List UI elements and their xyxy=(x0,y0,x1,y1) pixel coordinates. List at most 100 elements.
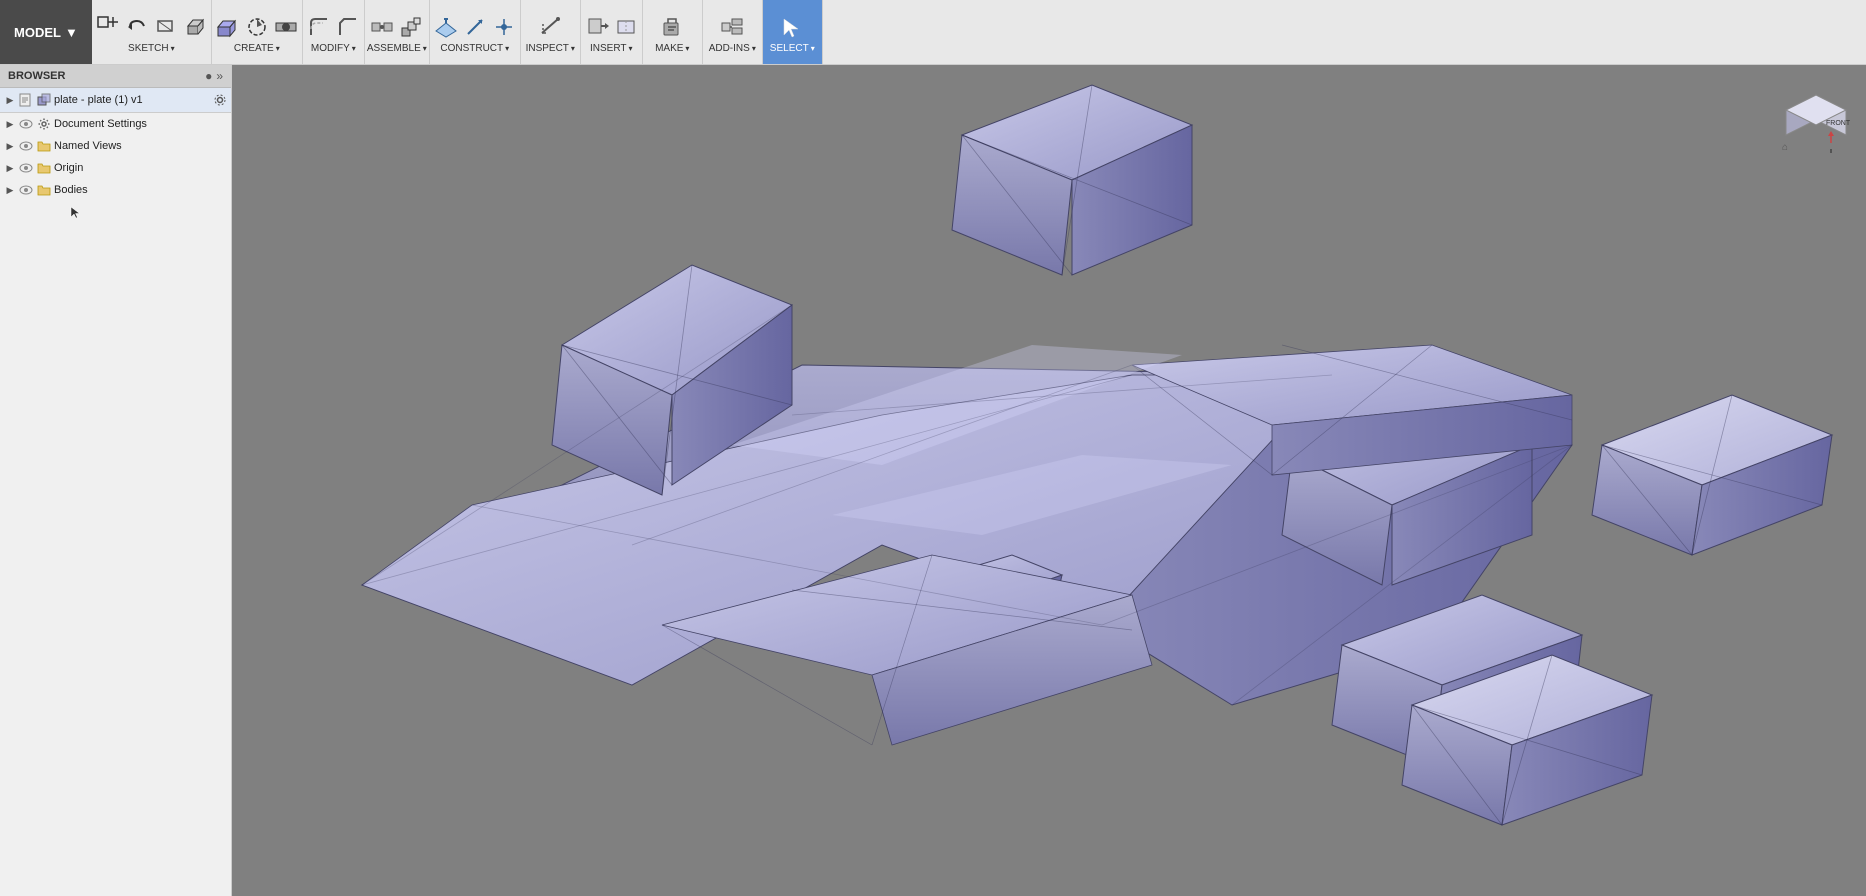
navigation-cube[interactable]: FRONT ⌂ xyxy=(1776,75,1856,155)
root-item-label: plate - plate (1) v1 xyxy=(54,94,211,106)
named-views-expand[interactable]: ▶ xyxy=(4,141,16,152)
addins-label[interactable]: ADD-INS ▾ xyxy=(709,43,756,54)
inspect-label[interactable]: INSPECT ▾ xyxy=(526,43,575,54)
select-icon xyxy=(778,13,806,41)
insert-label[interactable]: INSERT ▾ xyxy=(590,43,633,54)
addins-dropdown-arrow: ▾ xyxy=(752,44,756,53)
inspect-icons-row xyxy=(536,13,564,41)
inspect-dropdown-arrow: ▾ xyxy=(571,44,575,53)
browser-item-named-views[interactable]: ▶ Named Views xyxy=(0,135,231,157)
root-settings-icon[interactable] xyxy=(213,93,227,107)
doc-settings-expand[interactable]: ▶ xyxy=(4,119,16,130)
viewport[interactable]: FRONT ⌂ xyxy=(232,65,1866,896)
addins-icon xyxy=(718,13,746,41)
bodies-eye-icon[interactable] xyxy=(18,182,34,198)
origin-expand[interactable]: ▶ xyxy=(4,163,16,174)
browser-item-origin[interactable]: ▶ Origin xyxy=(0,157,231,179)
toolbar-group-create[interactable]: CREATE ▾ xyxy=(212,0,303,64)
model-dropdown-button[interactable]: MODEL ▼ xyxy=(0,0,92,64)
origin-label: Origin xyxy=(54,162,227,174)
toolbar-group-sketch[interactable]: SKETCH ▾ xyxy=(92,0,212,64)
bodies-folder-icon xyxy=(36,182,52,198)
modify-label[interactable]: MODIFY ▾ xyxy=(311,43,356,54)
root-expand-arrow[interactable]: ▶ xyxy=(4,95,16,106)
svg-text:FRONT: FRONT xyxy=(1826,120,1851,127)
undo-icon[interactable] xyxy=(123,13,151,41)
modify-chamfer-icon xyxy=(334,13,362,41)
browser-root-item[interactable]: ▶ plate - plate (1) v1 xyxy=(0,88,231,113)
named-views-label: Named Views xyxy=(54,140,227,152)
toolbar-group-insert[interactable]: INSERT ▾ xyxy=(581,0,643,64)
svg-text:⌂: ⌂ xyxy=(1782,142,1788,153)
create-extrude-icon xyxy=(214,13,242,41)
toolbar: MODEL ▼ xyxy=(0,0,1866,65)
browser-title: BROWSER xyxy=(8,70,65,82)
construct-dropdown-arrow: ▾ xyxy=(505,44,509,53)
inspect-measure-icon xyxy=(536,13,564,41)
insert-canvas-icon xyxy=(612,13,640,41)
doc-settings-label: Document Settings xyxy=(54,118,227,130)
toolbar-group-assemble[interactable]: ASSEMBLE ▾ xyxy=(365,0,430,64)
insert-icons-row xyxy=(583,13,640,41)
select-label[interactable]: SELECT ▾ xyxy=(770,43,815,54)
root-document-icon xyxy=(18,92,34,108)
extrude-icon[interactable] xyxy=(181,13,209,41)
create-dropdown-arrow: ▾ xyxy=(276,44,280,53)
named-views-eye-icon[interactable] xyxy=(18,138,34,154)
toolbar-group-construct[interactable]: CONSTRUCT ▾ xyxy=(430,0,521,64)
modify-dropdown-arrow: ▾ xyxy=(352,44,356,53)
browser-item-bodies[interactable]: ▶ Bodies xyxy=(0,179,231,201)
root-component-icon xyxy=(36,92,52,108)
make-icons-row xyxy=(658,13,686,41)
browser-header-icons: ● » xyxy=(205,69,223,83)
modify-fillet-icon xyxy=(305,13,333,41)
sketch-icons-row xyxy=(94,13,209,41)
bodies-label: Bodies xyxy=(54,184,227,196)
construct-axis-icon xyxy=(461,13,489,41)
model-label: MODEL xyxy=(14,25,61,40)
construct-icons-row xyxy=(432,13,518,41)
construct-plane-icon xyxy=(432,13,460,41)
insert-icon xyxy=(583,13,611,41)
create-hole-icon xyxy=(272,13,300,41)
browser-panel: BROWSER ● » ▶ plate - plate (1) v1 xyxy=(0,65,232,896)
insert-dropdown-arrow: ▾ xyxy=(629,44,633,53)
sketch-label[interactable]: SKETCH ▾ xyxy=(128,43,175,54)
toolbar-group-inspect[interactable]: INSPECT ▾ xyxy=(521,0,581,64)
make-icon xyxy=(658,13,686,41)
select-dropdown-arrow: ▾ xyxy=(811,44,815,53)
sketch-new-icon xyxy=(94,13,122,41)
create-revolve-icon xyxy=(243,13,271,41)
assemble-component-icon xyxy=(397,13,425,41)
assemble-icons-row xyxy=(368,13,425,41)
assemble-dropdown-arrow: ▾ xyxy=(423,44,427,53)
construct-point-icon xyxy=(490,13,518,41)
assemble-label[interactable]: ASSEMBLE ▾ xyxy=(367,43,427,54)
mouse-cursor xyxy=(70,206,82,218)
toolbar-group-addins[interactable]: ADD-INS ▾ xyxy=(703,0,763,64)
create-icons-row xyxy=(214,13,300,41)
create-label[interactable]: CREATE ▾ xyxy=(234,43,280,54)
modify-icons-row xyxy=(305,13,362,41)
model-dropdown-arrow: ▼ xyxy=(65,25,78,40)
bodies-expand[interactable]: ▶ xyxy=(4,185,16,196)
doc-settings-eye-icon[interactable] xyxy=(18,116,34,132)
browser-item-document-settings[interactable]: ▶ Document Settings xyxy=(0,113,231,135)
toolbar-group-make[interactable]: MAKE ▾ xyxy=(643,0,703,64)
toolbar-group-select[interactable]: SELECT ▾ xyxy=(763,0,823,64)
doc-settings-gear-icon xyxy=(36,116,52,132)
make-label[interactable]: MAKE ▾ xyxy=(655,43,689,54)
origin-folder-icon xyxy=(36,160,52,176)
assemble-joint-icon xyxy=(368,13,396,41)
named-views-folder-icon xyxy=(36,138,52,154)
construct-label[interactable]: CONSTRUCT ▾ xyxy=(440,43,509,54)
origin-eye-icon[interactable] xyxy=(18,160,34,176)
browser-header: BROWSER ● » xyxy=(0,65,231,88)
select-icons-row xyxy=(778,13,806,41)
make-dropdown-arrow: ▾ xyxy=(685,44,689,53)
browser-pin-icon[interactable]: ● xyxy=(205,69,212,83)
cursor-area xyxy=(0,201,231,221)
toolbar-group-modify[interactable]: MODIFY ▾ xyxy=(303,0,365,64)
rectangle-tool-icon[interactable] xyxy=(152,13,180,41)
browser-expand-icon[interactable]: » xyxy=(216,69,223,83)
